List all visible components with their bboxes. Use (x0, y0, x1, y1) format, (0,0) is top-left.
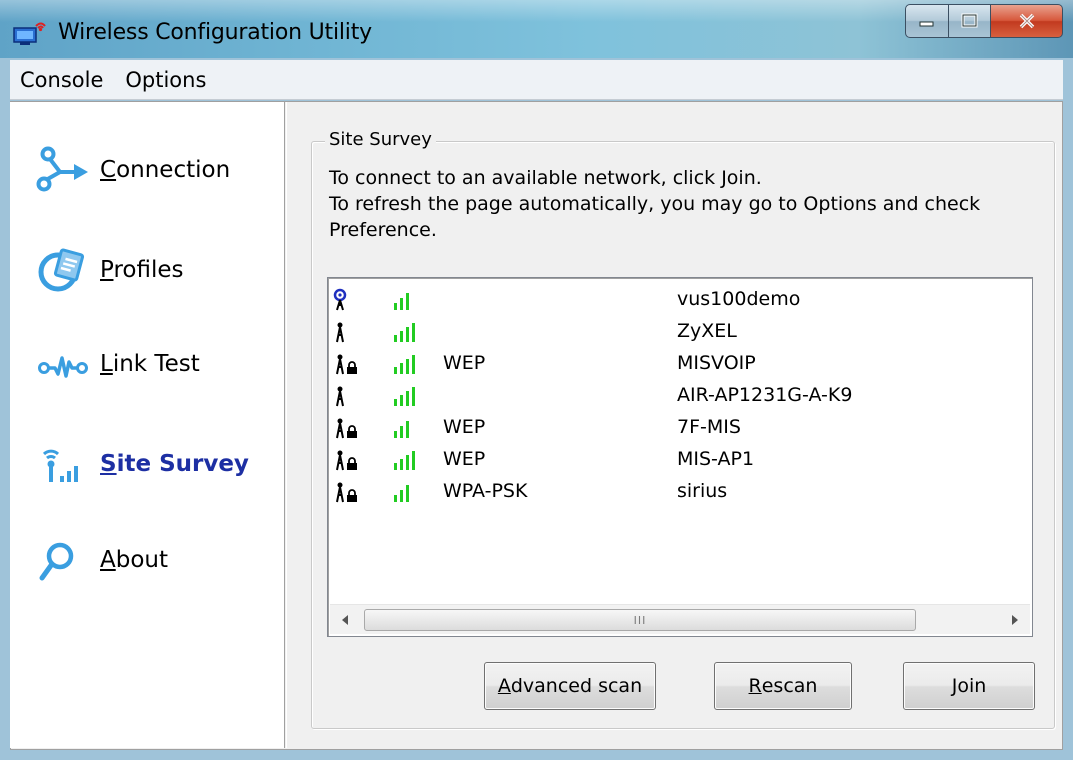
instruction-line-2: To refresh the page automatically, you m… (329, 193, 981, 215)
signal-strength-icon (394, 387, 415, 406)
signal-strength-icon (394, 323, 415, 342)
network-ssid: ZyXEL (677, 320, 737, 342)
scrollbar-grip: III (633, 613, 647, 627)
network-row[interactable]: WPA-PSK sirius (328, 476, 1028, 508)
site-survey-icon (42, 449, 78, 482)
sidebar-item-about[interactable]: About (36, 532, 168, 588)
menu-bar: Console Options (10, 60, 1063, 100)
secured-access-point-icon (336, 354, 357, 375)
join-label: oin (957, 675, 987, 697)
access-point-icon (336, 322, 344, 343)
window-title: Wireless Configuration Utility (58, 20, 372, 45)
network-ssid: vus100demo (677, 288, 801, 310)
app-window: Wireless Configuration Utility Console O… (0, 0, 1073, 760)
network-ssid: 7F-MIS (677, 416, 741, 438)
signal-strength-icon (394, 485, 409, 502)
sidebar-about-label: bout (115, 547, 169, 573)
advanced-scan-key: A (497, 675, 511, 697)
minimize-icon (919, 21, 934, 27)
title-bar[interactable]: Wireless Configuration Utility (0, 0, 1073, 58)
network-row[interactable]: vus100demo (328, 284, 1028, 316)
sidebar-profiles-label: rofiles (113, 257, 184, 283)
network-row[interactable]: WEP MIS-AP1 (328, 444, 1028, 476)
network-list[interactable]: vus100demo ZyXEL WEP MISVOIP AIR-AP1231G… (327, 277, 1033, 637)
network-ssid: AIR-AP1231G-A-K9 (677, 384, 853, 406)
sidebar-item-connection[interactable]: Connection (36, 142, 230, 198)
sidebar-item-site-survey[interactable]: Site Survey (36, 436, 249, 492)
network-ssid: sirius (677, 480, 728, 502)
maximize-button[interactable] (949, 4, 991, 38)
network-row[interactable]: ZyXEL (328, 316, 1028, 348)
maximize-icon (961, 13, 977, 28)
secured-access-point-icon (336, 418, 357, 439)
signal-strength-icon (394, 355, 415, 374)
rescan-label: escan (761, 675, 818, 697)
close-button[interactable] (991, 4, 1063, 38)
advanced-scan-label: dvanced scan (510, 675, 643, 697)
signal-strength-icon (394, 451, 415, 470)
profiles-icon (38, 248, 85, 292)
signal-strength-icon (394, 293, 409, 310)
network-row[interactable]: WEP 7F-MIS (328, 412, 1028, 444)
join-button[interactable]: Join (903, 662, 1035, 710)
scrollbar-thumb[interactable]: III (364, 609, 916, 631)
network-encryption: WPA-PSK (443, 480, 528, 502)
network-ssid: MIS-AP1 (677, 448, 755, 470)
sidebar-item-link-test[interactable]: Link Test (36, 336, 200, 392)
sidebar-about-key: A (100, 547, 116, 573)
network-encryption: WEP (443, 448, 486, 470)
connected-ap-icon (333, 288, 347, 311)
advanced-scan-button[interactable]: Advanced scan (484, 662, 656, 710)
rescan-button[interactable]: Rescan (714, 662, 852, 710)
chevron-right-icon (1012, 615, 1018, 625)
sidebar-profiles-key: P (100, 257, 114, 283)
network-icon (13, 22, 46, 45)
secured-access-point-icon (336, 482, 357, 503)
menu-console[interactable]: Console (10, 68, 115, 92)
sidebar-link-test-key: L (100, 351, 113, 377)
network-row[interactable]: AIR-AP1231G-A-K9 (328, 380, 1028, 412)
connection-icon (36, 146, 88, 192)
sidebar-site-survey-key: S (100, 451, 117, 477)
scroll-left-button[interactable] (330, 605, 360, 635)
sidebar: Connection Profiles Link Test Site Surve… (10, 102, 287, 748)
sidebar-connection-key: C (100, 157, 117, 183)
instruction-line-1: To connect to an available network, clic… (329, 167, 762, 189)
network-encryption: WEP (443, 416, 486, 438)
instruction-line-3: Preference. (329, 219, 437, 241)
link-test-icon (38, 356, 88, 378)
network-ssid: MISVOIP (677, 352, 756, 374)
network-encryption: WEP (443, 352, 486, 374)
scroll-right-button[interactable] (1000, 605, 1030, 635)
sidebar-site-survey-label: ite Survey (116, 451, 249, 477)
minimize-button[interactable] (905, 4, 949, 38)
caption-buttons (905, 4, 1063, 38)
signal-strength-icon (394, 421, 409, 438)
sidebar-connection-label: onnection (116, 157, 231, 183)
menu-options[interactable]: Options (115, 68, 218, 92)
close-icon (1019, 13, 1034, 29)
rescan-key: R (748, 675, 762, 697)
sidebar-item-profiles[interactable]: Profiles (36, 242, 184, 298)
horizontal-scrollbar[interactable]: III (330, 604, 1030, 634)
sidebar-link-test-label: ink Test (112, 351, 200, 377)
network-row[interactable]: WEP MISVOIP (328, 348, 1028, 380)
access-point-icon (336, 386, 344, 407)
secured-access-point-icon (336, 450, 357, 471)
about-icon (39, 542, 74, 581)
site-survey-legend: Site Survey (325, 129, 436, 150)
chevron-left-icon (342, 615, 348, 625)
